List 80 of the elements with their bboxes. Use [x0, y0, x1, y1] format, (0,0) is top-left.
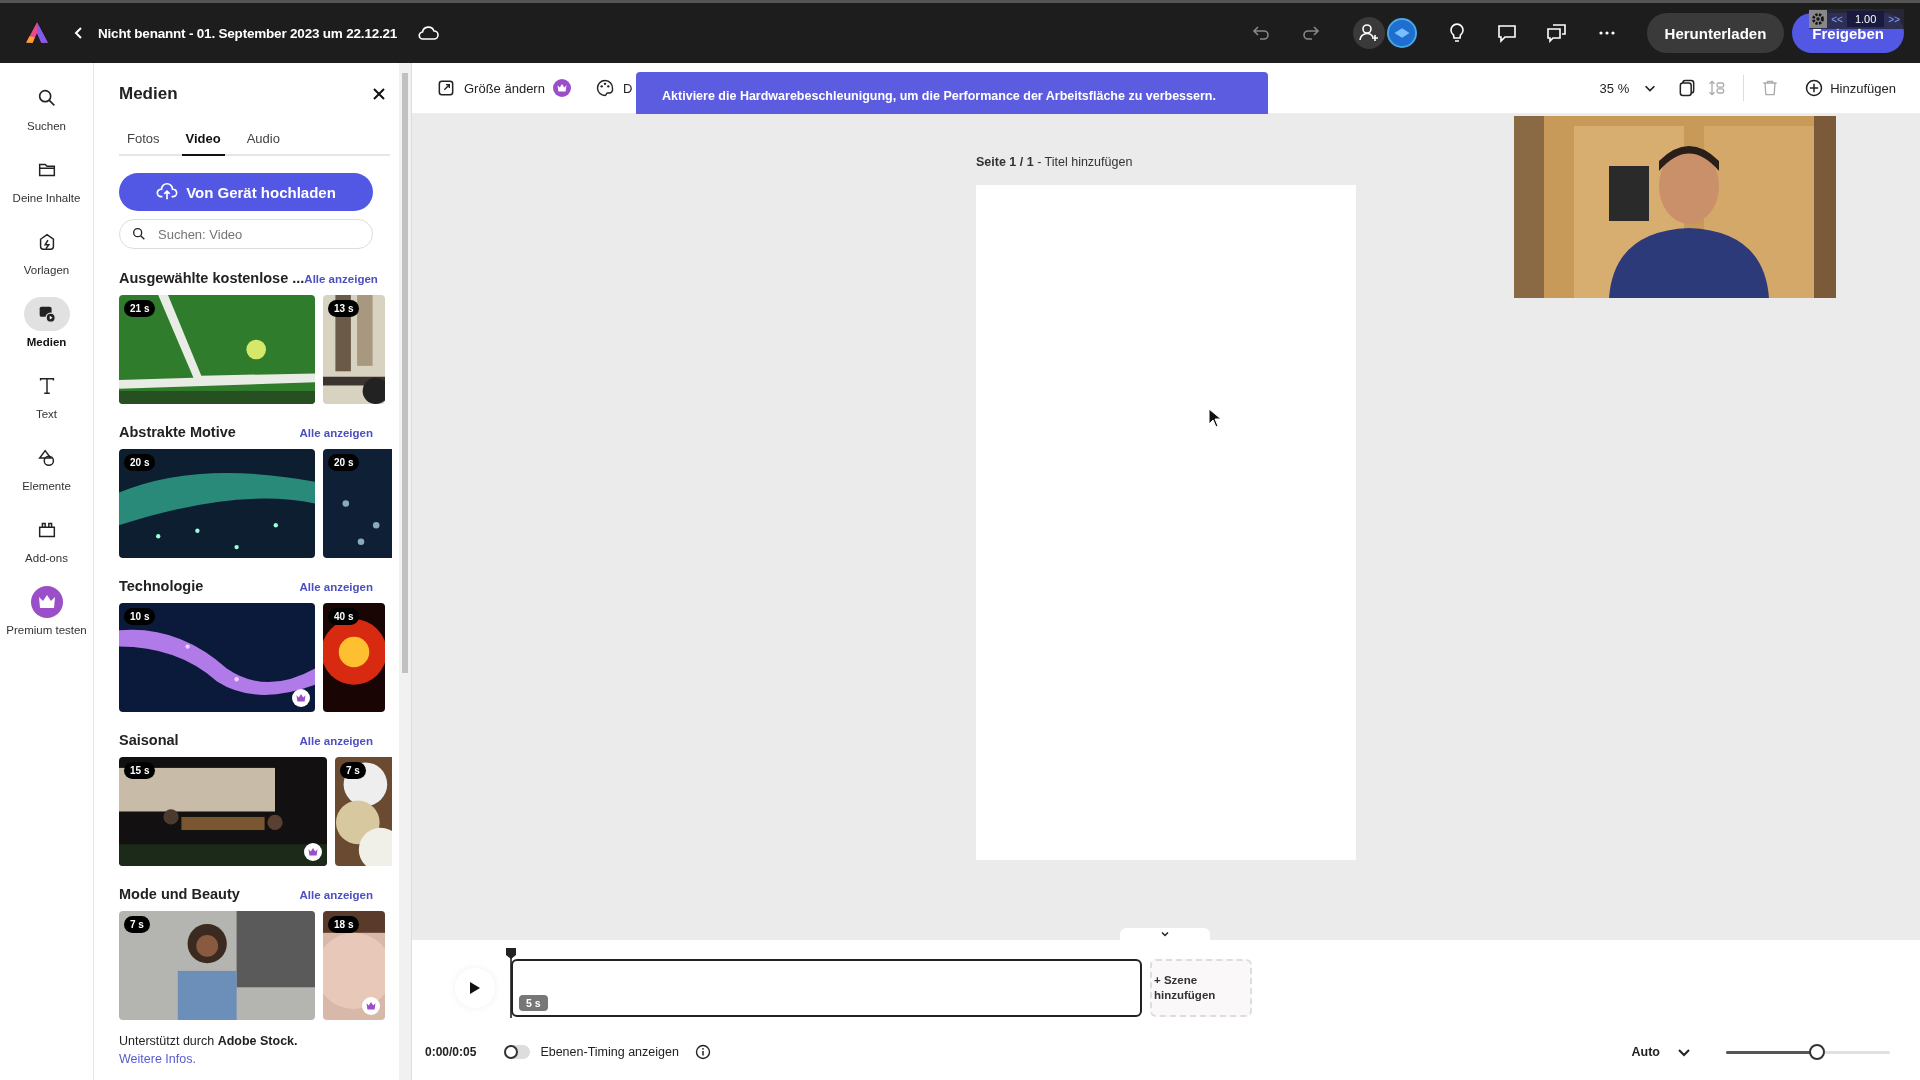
video-thumbnail[interactable]: 40 s	[323, 603, 385, 712]
play-icon	[469, 980, 481, 995]
toolbar-button[interactable]: Größe ändern	[436, 78, 571, 98]
duration-badge: 21 s	[124, 300, 156, 317]
toggle-label: Ebenen-Timing anzeigen	[540, 1045, 679, 1059]
toolbar-button[interactable]: D	[594, 78, 633, 98]
video-thumbnail[interactable]: 10 s	[119, 603, 315, 712]
sidebar-item[interactable]: Deine Inhalte	[0, 153, 94, 225]
sidebar-item[interactable]: Suchen	[0, 81, 94, 153]
info-icon[interactable]	[694, 1044, 711, 1060]
zoom-mode-dropdown[interactable]: Auto	[1631, 1045, 1660, 1059]
resize-icon	[436, 78, 456, 98]
show-all-link[interactable]: Alle anzeigen	[304, 273, 378, 285]
slower-button[interactable]: <<	[1831, 13, 1843, 25]
section-title: Mode und Beauty	[119, 886, 240, 902]
faster-button[interactable]: >>	[1888, 13, 1900, 25]
more-info-link[interactable]: Weitere Infos.	[119, 1052, 196, 1066]
playhead[interactable]	[506, 948, 516, 1018]
search-field[interactable]: Suchen: Video	[119, 219, 373, 249]
palette-icon	[594, 78, 615, 98]
close-icon[interactable]	[371, 86, 387, 102]
duration-badge: 13 s	[328, 300, 360, 317]
sidebar-item[interactable]: Add-ons	[0, 513, 94, 585]
settings-icon[interactable]	[1809, 10, 1828, 28]
add-scene-button[interactable]: + Szene hinzufügen	[1150, 958, 1252, 1017]
duration-badge: 10 s	[124, 608, 156, 625]
page-label[interactable]: Seite 1 / 1 - Titel hinzufügen	[976, 155, 1356, 169]
media-tab[interactable]: Video	[181, 125, 225, 156]
show-all-link[interactable]: Alle anzeigen	[299, 889, 373, 901]
duration-badge: 20 s	[124, 454, 156, 471]
play-button[interactable]	[455, 967, 495, 1008]
notification-message: Aktiviere die Hardwarebeschleunigung, um die Performance der Arbeitsfläche zu verbessern.	[662, 88, 1216, 103]
zoom-dropdown[interactable]: 35 %	[1599, 80, 1630, 96]
plus-circle-icon	[1804, 78, 1825, 98]
media-tab[interactable]: Audio	[242, 125, 284, 156]
add-button[interactable]: Hinzufügen	[1804, 78, 1896, 98]
section-title: Ausgewählte kostenlose ...	[119, 270, 305, 286]
sidebar-item[interactable]: Elemente	[0, 441, 94, 513]
panel-title: Medien	[119, 84, 178, 104]
upload-button[interactable]: Von Gerät hochladen	[119, 173, 373, 211]
sidebar-item[interactable]: Vorlagen	[0, 225, 94, 297]
comments-icon[interactable]	[1544, 21, 1569, 45]
document-title[interactable]: Nicht benannt - 01. September 2023 um 22.12.21	[98, 25, 398, 41]
media-tab[interactable]: Fotos	[123, 125, 164, 156]
slider-handle[interactable]	[1809, 1044, 1825, 1060]
show-all-link[interactable]: Alle anzeigen	[299, 735, 373, 747]
video-thumbnail[interactable]: 7 s	[335, 757, 392, 866]
show-all-link[interactable]: Alle anzeigen	[299, 427, 373, 439]
avatar-icon[interactable]	[1386, 18, 1417, 48]
video-thumbnail[interactable]: 20 s	[323, 449, 392, 558]
sidebar-item[interactable]: Text	[0, 369, 94, 441]
section-title: Abstrakte Motive	[119, 424, 236, 440]
video-thumbnail[interactable]: 20 s	[119, 449, 315, 558]
duration-badge: 18 s	[328, 916, 360, 933]
sidebar-item[interactable]: Medien	[0, 297, 94, 369]
scrollbar[interactable]	[399, 63, 411, 1080]
section-title: Saisonal	[119, 732, 179, 748]
video-thumbnail[interactable]: 7 s	[119, 911, 315, 1020]
scene-clip[interactable]: 5 s	[511, 958, 1142, 1017]
attribution-text: Unterstützt durch Adobe Stock. Weitere Infos.	[119, 1033, 299, 1068]
duration-badge: 5 s	[519, 994, 548, 1011]
search-icon	[131, 226, 147, 242]
duration-badge: 20 s	[328, 454, 360, 471]
video-thumbnail[interactable]: 18 s	[323, 911, 385, 1020]
speed-value: 1.00	[1846, 11, 1885, 27]
back-icon[interactable]	[74, 25, 84, 41]
invite-icon[interactable]	[1352, 17, 1385, 49]
crown-icon	[30, 586, 63, 618]
show-all-link[interactable]: Alle anzeigen	[299, 581, 373, 593]
video-thumbnail[interactable]: 13 s	[323, 295, 385, 404]
sidebar-item[interactable]: Premium testen	[0, 585, 94, 657]
time-display: 0:00/0:05	[425, 1045, 477, 1059]
app-logo[interactable]	[24, 20, 50, 46]
duration-badge: 40 s	[328, 608, 360, 625]
download-button[interactable]: Herunterladen	[1646, 13, 1785, 53]
video-thumbnail[interactable]: 21 s	[119, 295, 315, 404]
video-thumbnail[interactable]: 15 s	[119, 757, 327, 866]
layer-timing-toggle[interactable]	[504, 1045, 531, 1059]
section-title: Technologie	[119, 578, 204, 594]
cursor-icon	[1208, 408, 1222, 428]
